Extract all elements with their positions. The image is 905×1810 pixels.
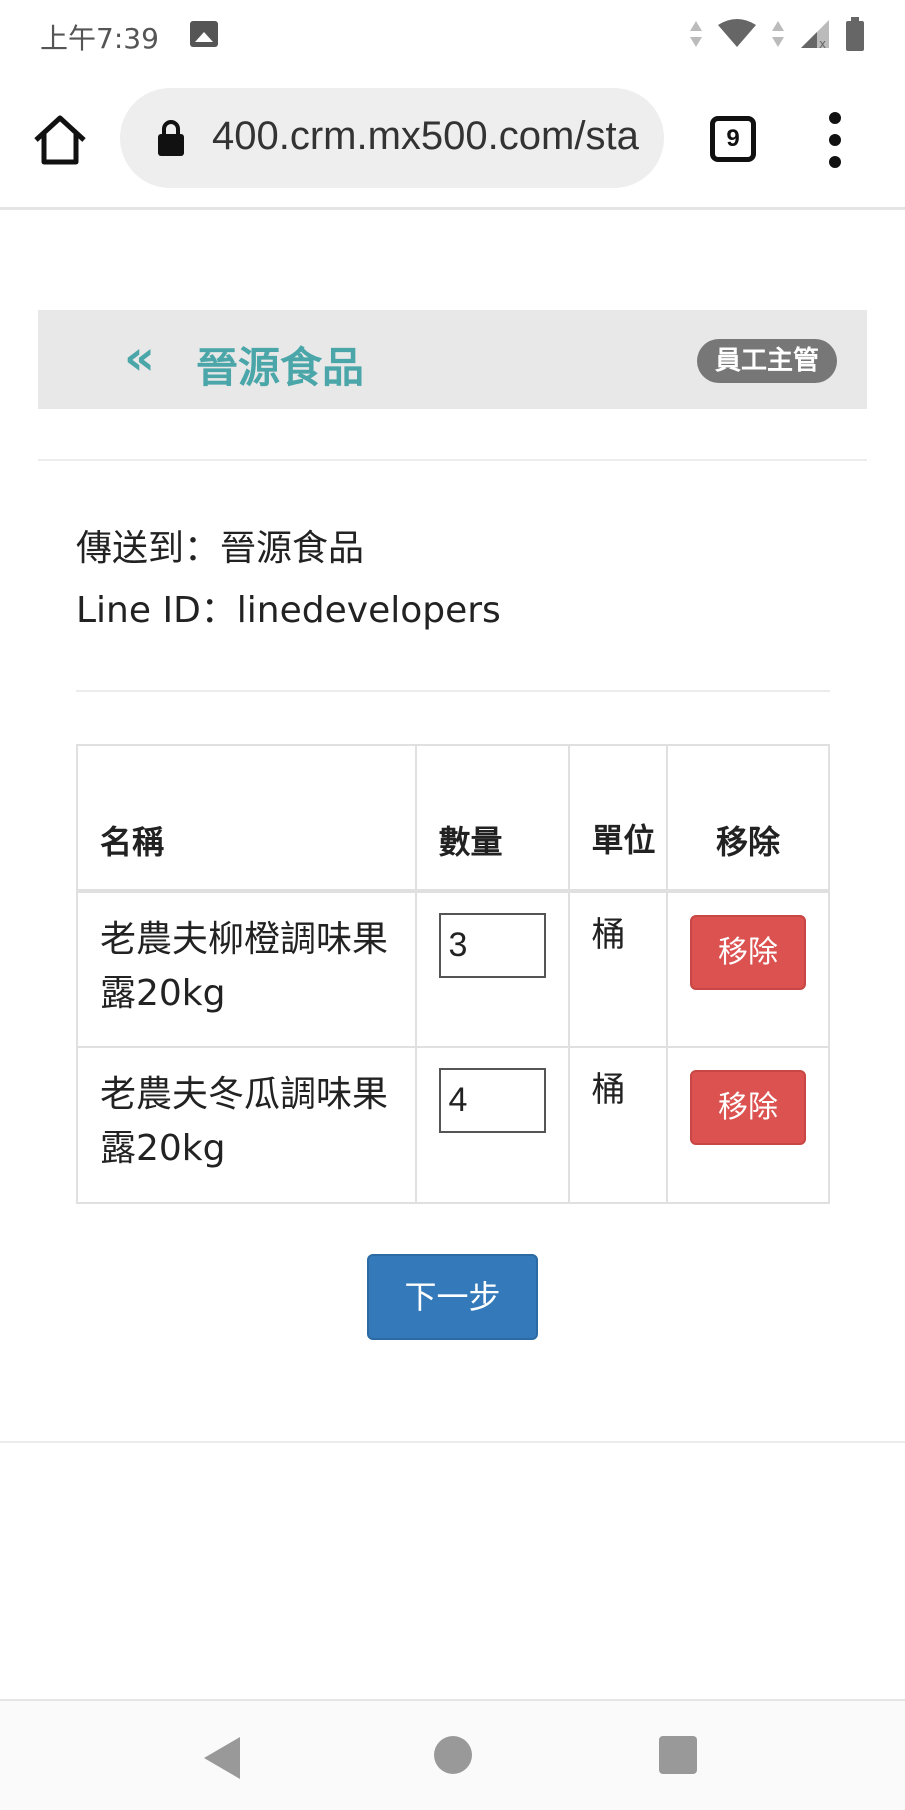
next-step-button[interactable]: 下一步 bbox=[367, 1254, 538, 1340]
unit-cell: 桶 bbox=[567, 890, 668, 1048]
nav-recents-icon[interactable] bbox=[659, 1736, 697, 1774]
image-notification-icon bbox=[190, 21, 218, 47]
data-arrows-icon bbox=[772, 21, 784, 47]
role-badge: 員工主管 bbox=[696, 339, 837, 383]
system-nav-bar bbox=[0, 1699, 905, 1810]
header-quantity: 數量 bbox=[414, 744, 570, 893]
signal-icon: x bbox=[801, 20, 829, 50]
header-unit: 單位 bbox=[567, 744, 668, 893]
product-name: 老農夫冬瓜調味果露20kg bbox=[76, 1046, 417, 1204]
page-title: 晉源食品 bbox=[196, 343, 365, 392]
data-arrows-icon bbox=[690, 21, 702, 47]
quantity-cell bbox=[414, 890, 570, 1048]
remove-cell: 移除 bbox=[665, 890, 831, 1048]
status-time: 上午7:39 bbox=[40, 22, 159, 55]
status-bar: 上午7:39 x bbox=[0, 0, 905, 70]
address-bar[interactable]: 400.crm.mx500.com/sta bbox=[120, 88, 664, 188]
order-table: 名稱 數量 單位 移除 老農夫柳橙調味果露20kg 桶 移除 老農夫冬瓜調味果露… bbox=[76, 744, 831, 1204]
remove-button[interactable]: 移除 bbox=[689, 1070, 806, 1145]
product-name: 老農夫柳橙調味果露20kg bbox=[76, 890, 417, 1048]
wifi-icon bbox=[718, 19, 756, 47]
table-row: 老農夫冬瓜調味果露20kg 桶 移除 bbox=[76, 1046, 831, 1204]
quantity-input[interactable] bbox=[438, 1068, 546, 1133]
table-row: 老農夫柳橙調味果露20kg 桶 移除 bbox=[76, 890, 831, 1048]
divider bbox=[0, 1441, 905, 1443]
more-vert-icon[interactable] bbox=[820, 112, 850, 168]
nav-back-icon[interactable] bbox=[204, 1737, 240, 1779]
header-name: 名稱 bbox=[76, 744, 417, 893]
remove-cell: 移除 bbox=[665, 1046, 831, 1204]
tabs-icon[interactable]: 9 bbox=[710, 116, 756, 162]
divider bbox=[38, 459, 867, 461]
send-to-label: 傳送到：晉源食品 bbox=[76, 528, 365, 569]
home-icon[interactable] bbox=[30, 110, 90, 170]
url-text[interactable]: 400.crm.mx500.com/sta bbox=[212, 114, 639, 159]
browser-toolbar: 400.crm.mx500.com/sta 9 bbox=[0, 70, 905, 210]
battery-icon bbox=[846, 17, 864, 51]
svg-text:x: x bbox=[819, 37, 826, 50]
unit-cell: 桶 bbox=[567, 1046, 668, 1204]
line-id-label: Line ID：linedevelopers bbox=[76, 590, 501, 631]
remove-button[interactable]: 移除 bbox=[689, 915, 806, 990]
quantity-input[interactable] bbox=[438, 913, 546, 978]
status-icons: x bbox=[689, 14, 865, 54]
header-remove: 移除 bbox=[665, 744, 831, 893]
nav-home-icon[interactable] bbox=[434, 1736, 472, 1774]
lock-icon bbox=[158, 120, 184, 156]
table-header-row: 名稱 數量 單位 移除 bbox=[76, 744, 831, 893]
quantity-cell bbox=[414, 1046, 570, 1204]
divider bbox=[76, 690, 830, 692]
page-header: « 晉源食品 員工主管 bbox=[38, 310, 867, 409]
back-chevron-icon[interactable]: « bbox=[124, 332, 155, 384]
recipient-info: 傳送到：晉源食品 Line ID：linedevelopers bbox=[76, 518, 501, 642]
